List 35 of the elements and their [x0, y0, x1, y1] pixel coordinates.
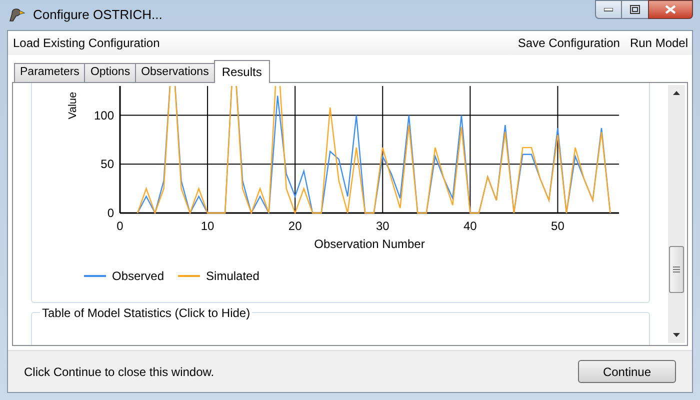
- axis-title: Value: [67, 92, 79, 120]
- menu-item[interactable]: Run Model: [630, 34, 688, 52]
- minimize-button[interactable]: [595, 0, 622, 19]
- tick-label: 10: [200, 219, 214, 233]
- tick-label: 50: [100, 157, 114, 172]
- axis-title: Observation Number: [314, 237, 425, 251]
- scroll-down-icon: [673, 333, 680, 337]
- footer-message: Click Continue to close this window.: [24, 364, 214, 380]
- legend-label: Simulated: [206, 268, 260, 285]
- maximize-icon: [630, 5, 640, 14]
- menu-item[interactable]: Load Existing Configuration: [12, 34, 161, 52]
- legend-label: Observed: [112, 268, 164, 285]
- tick-label: 20: [288, 219, 302, 233]
- close-button[interactable]: [648, 0, 693, 19]
- tab[interactable]: Parameters: [14, 63, 86, 82]
- scrollbar[interactable]: [668, 85, 685, 343]
- close-icon: [665, 5, 676, 14]
- tab[interactable]: Observations: [135, 63, 215, 82]
- scroll-thumb[interactable]: [669, 246, 684, 293]
- bird-icon: [7, 6, 25, 24]
- tick-label: 0: [107, 206, 114, 220]
- tick-label: 40: [464, 219, 477, 233]
- tab[interactable]: Options: [84, 63, 136, 82]
- continue-button[interactable]: Continue: [578, 360, 676, 383]
- tick-label: 100: [94, 108, 114, 122]
- minimize-icon: [604, 8, 613, 12]
- scroll-up-icon: [673, 91, 680, 95]
- maximize-button[interactable]: [622, 0, 648, 19]
- tick-label: 50: [551, 219, 564, 233]
- tick-label: 0: [116, 219, 124, 233]
- tab[interactable]: Results: [214, 60, 270, 83]
- tick-label: 30: [376, 219, 390, 233]
- menu-item[interactable]: Save Configuration: [518, 34, 620, 52]
- window-title: Configure OSTRICH...: [33, 6, 162, 24]
- grip-icon: [673, 266, 680, 273]
